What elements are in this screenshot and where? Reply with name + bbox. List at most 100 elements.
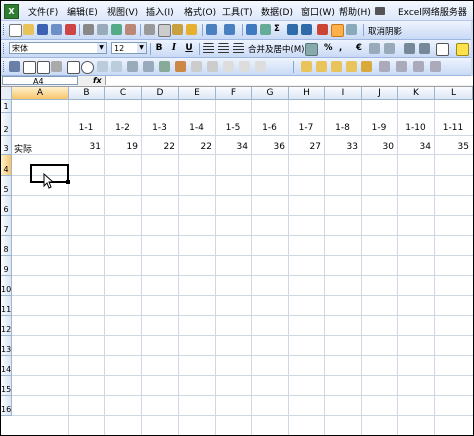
column-header-d[interactable]: D bbox=[142, 87, 179, 100]
row-header-2[interactable]: 2 bbox=[1, 113, 12, 136]
open-icon[interactable] bbox=[23, 24, 34, 35]
cell-l3[interactable]: 35 bbox=[437, 142, 469, 152]
column-header-f[interactable]: F bbox=[216, 87, 252, 100]
cell-j3[interactable]: 30 bbox=[364, 142, 394, 152]
row-header-13[interactable]: 13 bbox=[1, 336, 12, 356]
cell-k3[interactable]: 34 bbox=[400, 142, 431, 152]
column-header-l[interactable]: L bbox=[435, 87, 473, 100]
folder-icon[interactable] bbox=[316, 61, 327, 72]
folder-icon[interactable] bbox=[361, 61, 372, 72]
row-header-3[interactable]: 3 bbox=[1, 136, 12, 155]
research-icon[interactable] bbox=[125, 24, 136, 35]
cell-f2[interactable]: 1-5 bbox=[218, 123, 248, 133]
merge-center-button[interactable]: 合并及居中(M) bbox=[248, 43, 304, 55]
column-header-e[interactable]: E bbox=[179, 87, 216, 100]
menu-data[interactable]: 数据(D) bbox=[261, 5, 293, 18]
spelling-icon[interactable] bbox=[111, 24, 122, 35]
insert-function-button[interactable]: fx bbox=[93, 76, 102, 85]
row-header-10[interactable]: 10 bbox=[1, 276, 12, 296]
font-name-select[interactable]: 宋体 ▼ bbox=[9, 42, 107, 54]
row-header-1[interactable]: 1 bbox=[1, 100, 12, 113]
drawing-icon[interactable] bbox=[331, 24, 344, 37]
permission-icon[interactable] bbox=[51, 24, 62, 35]
menu-edit[interactable]: 编辑(E) bbox=[67, 5, 98, 18]
autosum-button[interactable]: Σ bbox=[274, 24, 280, 34]
align-right-icon[interactable] bbox=[233, 43, 244, 54]
cut-icon[interactable] bbox=[144, 24, 155, 35]
toolbar-button-icon[interactable] bbox=[396, 61, 407, 72]
row-header-14[interactable]: 14 bbox=[1, 356, 12, 376]
sort-icon[interactable] bbox=[260, 24, 271, 35]
folder-icon[interactable] bbox=[346, 61, 357, 72]
cell-e3[interactable]: 22 bbox=[181, 142, 212, 152]
chevron-down-icon[interactable]: ▼ bbox=[137, 43, 146, 53]
edit-box-icon[interactable] bbox=[51, 61, 62, 72]
row-header-8[interactable]: 8 bbox=[1, 236, 12, 256]
bold-button[interactable]: B bbox=[153, 42, 165, 54]
combo-box-icon[interactable] bbox=[111, 61, 122, 72]
percent-button[interactable]: % bbox=[324, 43, 333, 53]
print-icon[interactable] bbox=[83, 24, 94, 35]
menu-tools[interactable]: 工具(T) bbox=[222, 5, 253, 18]
cell-j2[interactable]: 1-9 bbox=[364, 123, 394, 133]
increase-indent-icon[interactable] bbox=[419, 43, 430, 54]
row-header-9[interactable]: 9 bbox=[1, 256, 12, 276]
email-icon[interactable] bbox=[65, 24, 76, 35]
folder-icon[interactable] bbox=[301, 61, 312, 72]
toggle-grid-icon[interactable] bbox=[191, 61, 202, 72]
toolbar-button-icon[interactable] bbox=[239, 61, 250, 72]
toolbar-grip[interactable] bbox=[3, 43, 7, 54]
sort-descending-icon[interactable] bbox=[301, 24, 312, 35]
increase-decimal-icon[interactable] bbox=[369, 43, 380, 54]
toolbar-grip[interactable] bbox=[3, 24, 7, 35]
column-header-c[interactable]: C bbox=[105, 87, 142, 100]
checkbox-icon[interactable] bbox=[67, 61, 80, 74]
comma-button[interactable]: , bbox=[339, 43, 342, 53]
toolbar-button-icon[interactable] bbox=[379, 61, 390, 72]
currency-icon[interactable] bbox=[305, 43, 318, 56]
row-header-15[interactable]: 15 bbox=[1, 376, 12, 396]
cell-c3[interactable]: 19 bbox=[107, 142, 138, 152]
copy-icon[interactable] bbox=[158, 24, 171, 37]
align-center-icon[interactable] bbox=[218, 43, 229, 54]
menu-help[interactable]: 帮助(H) bbox=[339, 5, 371, 18]
decrease-indent-icon[interactable] bbox=[404, 43, 415, 54]
menu-file[interactable]: 文件(F) bbox=[28, 5, 58, 18]
option-button-icon[interactable] bbox=[81, 61, 94, 74]
save-icon[interactable] bbox=[37, 24, 48, 35]
cell-g2[interactable]: 1-6 bbox=[254, 123, 285, 133]
align-left-icon[interactable] bbox=[203, 43, 214, 54]
scroll-bar-icon[interactable] bbox=[127, 61, 138, 72]
menu-window[interactable]: 窗口(W) bbox=[301, 5, 335, 18]
row-header-5[interactable]: 5 bbox=[1, 176, 12, 196]
italic-button[interactable]: I bbox=[168, 42, 180, 54]
cell-d2[interactable]: 1-3 bbox=[144, 123, 175, 133]
formula-input[interactable] bbox=[105, 76, 473, 85]
name-box[interactable]: A4 bbox=[2, 76, 78, 86]
borders-icon[interactable] bbox=[436, 43, 449, 56]
unshade-label[interactable]: 取消阴影 bbox=[368, 25, 402, 37]
cell-h2[interactable]: 1-7 bbox=[291, 123, 321, 133]
fill-color-icon[interactable] bbox=[456, 43, 469, 56]
spinner-icon[interactable] bbox=[143, 61, 154, 72]
zoom-icon[interactable] bbox=[346, 24, 357, 35]
column-header-k[interactable]: K bbox=[398, 87, 435, 100]
cell-f3[interactable]: 34 bbox=[218, 142, 248, 152]
toolbar-button-icon[interactable] bbox=[223, 61, 234, 72]
hyperlink-icon[interactable] bbox=[246, 24, 257, 35]
list-box-icon[interactable] bbox=[97, 61, 108, 72]
select-all-button[interactable] bbox=[1, 87, 12, 100]
undo-icon[interactable] bbox=[206, 24, 217, 35]
cell-d3[interactable]: 22 bbox=[144, 142, 175, 152]
row-header-11[interactable]: 11 bbox=[1, 296, 12, 316]
cell-c2[interactable]: 1-2 bbox=[107, 123, 138, 133]
folder-icon[interactable] bbox=[331, 61, 342, 72]
euro-button[interactable]: € bbox=[356, 43, 362, 53]
column-header-i[interactable]: I bbox=[325, 87, 362, 100]
row-header-16[interactable]: 16 bbox=[1, 396, 12, 416]
run-dialog-icon[interactable] bbox=[207, 61, 218, 72]
row-header-6[interactable]: 6 bbox=[1, 196, 12, 216]
column-header-a[interactable]: A bbox=[12, 87, 69, 100]
new-icon[interactable] bbox=[9, 24, 22, 37]
cell-i3[interactable]: 33 bbox=[327, 142, 358, 152]
